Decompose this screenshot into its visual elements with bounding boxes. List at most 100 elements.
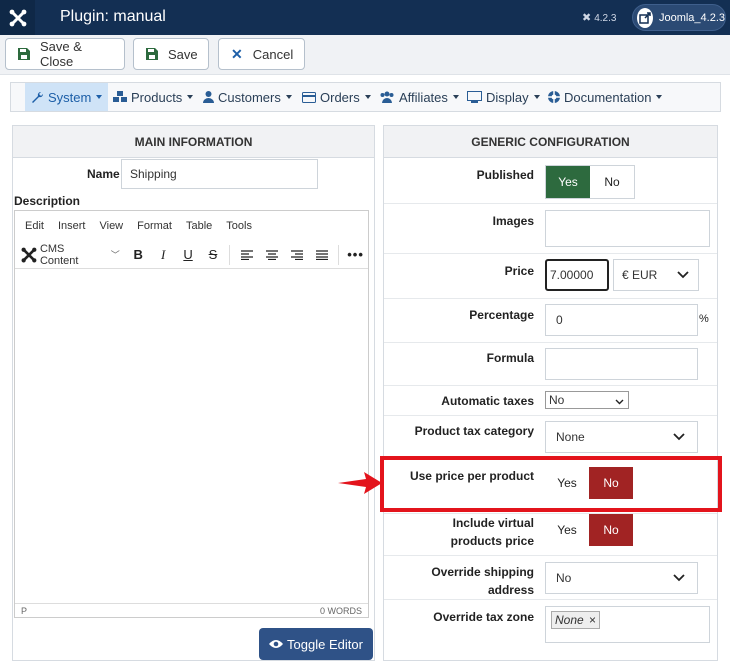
published-toggle[interactable]: Yes No (545, 165, 635, 199)
product-tax-value: None (556, 430, 585, 444)
tax-zone-tag-label: None (555, 613, 584, 627)
menu-label: Affiliates (399, 89, 448, 105)
cms-content-button[interactable]: CMS Content ﹀ (21, 243, 120, 267)
images-field[interactable] (545, 210, 710, 247)
save-button[interactable]: Save (133, 38, 209, 70)
chevron-down-icon (661, 422, 697, 452)
site-link-button[interactable]: Joomla_4.2.3 (632, 4, 726, 31)
word-count: 0 WORDS (319, 605, 362, 616)
justify-button[interactable] (309, 243, 334, 267)
formula-label: Formula (486, 351, 534, 365)
save-close-button[interactable]: Save & Close (5, 38, 125, 70)
editor-toolbar: CMS Content ﹀ B I U S ••• (15, 241, 368, 269)
menu-label: Documentation (564, 89, 652, 105)
automatic-taxes-label: Automatic taxes (441, 394, 534, 408)
percentage-row: Percentage 0 % (384, 299, 717, 343)
editor-menu-view[interactable]: View (99, 220, 123, 232)
credit-card-icon (302, 91, 316, 103)
caret-down-icon (96, 95, 103, 99)
editor-menu-tools[interactable]: Tools (226, 220, 252, 232)
editor-statusbar: P 0 WORDS (15, 603, 368, 617)
include-virtual-toggle[interactable]: Yes No (545, 514, 633, 546)
align-center-button[interactable] (259, 243, 284, 267)
editor-menu-insert[interactable]: Insert (58, 220, 86, 232)
product-tax-row: Product tax category None (384, 416, 717, 458)
toggle-editor-button[interactable]: Toggle Editor (259, 628, 373, 660)
description-label: Description (14, 194, 81, 208)
menu-affiliates[interactable]: Affiliates (373, 83, 465, 111)
editor-menu-table[interactable]: Table (186, 220, 212, 232)
joomla-logo-icon[interactable] (0, 0, 35, 35)
caret-down-icon (364, 95, 371, 99)
include-virtual-label: Include virtual products price (451, 514, 534, 550)
bold-button[interactable]: B (126, 243, 151, 267)
save-label: Save (168, 46, 198, 62)
formula-input[interactable] (545, 348, 698, 380)
component-menu: System Products Customers Orders Affilia… (10, 82, 721, 112)
help-icon (548, 91, 560, 103)
editor-menubar: Edit Insert View Format Table Tools (15, 211, 368, 241)
product-tax-select[interactable]: None (545, 421, 698, 453)
description-editor[interactable]: Edit Insert View Format Table Tools CMS … (14, 210, 369, 618)
override-shipping-value: No (556, 571, 572, 585)
toolbar: Save & Close Save ✕ Cancel (0, 35, 730, 75)
desktop-icon (467, 91, 482, 103)
percentage-input[interactable]: 0 (545, 304, 698, 336)
price-label: Price (504, 264, 534, 278)
underline-button[interactable]: U (176, 243, 201, 267)
version-badge: ✖ 4.2.3 (582, 11, 616, 24)
automatic-taxes-select[interactable]: No (545, 391, 629, 409)
strikethrough-button[interactable]: S (201, 243, 226, 267)
formula-row: Formula (384, 343, 717, 386)
site-label: Joomla_4.2.3 (658, 11, 725, 24)
percentage-label: Percentage (469, 308, 534, 322)
align-right-button[interactable] (284, 243, 309, 267)
currency-select[interactable]: € EUR (613, 259, 699, 291)
editor-menu-format[interactable]: Format (137, 220, 172, 232)
chevron-down-icon: ﹀ (110, 250, 120, 260)
include-virtual-no[interactable]: No (589, 514, 633, 546)
menu-label: System (48, 89, 92, 105)
price-input[interactable]: 7.00000 (545, 259, 609, 291)
tag-remove-icon[interactable]: × (589, 613, 596, 627)
published-no[interactable]: No (590, 166, 634, 198)
automatic-taxes-row: Automatic taxes No (384, 386, 717, 416)
product-tax-label: Product tax category (414, 424, 534, 438)
align-center-icon (265, 249, 278, 260)
menu-documentation[interactable]: Documentation (542, 83, 668, 111)
caret-down-icon (452, 95, 459, 99)
override-shipping-select[interactable]: No (545, 562, 698, 594)
more-options-button[interactable]: ••• (343, 243, 368, 267)
menu-label: Orders (320, 89, 360, 105)
toolbar-divider (229, 244, 231, 265)
menu-display[interactable]: Display (461, 83, 546, 111)
include-virtual-label-line-2: products price (450, 534, 534, 548)
cancel-button[interactable]: ✕ Cancel (218, 38, 305, 70)
wrench-icon (31, 91, 44, 104)
include-virtual-yes[interactable]: Yes (545, 514, 589, 546)
generic-configuration-panel: GENERIC CONFIGURATION Published Yes No I… (383, 125, 718, 661)
italic-button[interactable]: I (151, 243, 176, 267)
menu-system[interactable]: System (25, 83, 109, 111)
cubes-icon (113, 91, 127, 103)
tax-zone-tag: None × (551, 611, 601, 629)
override-tax-zone-input[interactable]: None × (545, 606, 710, 643)
caret-down-icon (285, 95, 292, 99)
published-yes[interactable]: Yes (546, 166, 590, 198)
menu-orders[interactable]: Orders (296, 83, 377, 111)
menu-customers[interactable]: Customers (197, 83, 298, 111)
images-label: Images (492, 214, 534, 228)
main-information-panel: MAIN INFORMATION Name Shipping Descripti… (12, 125, 375, 661)
menu-products[interactable]: Products (107, 83, 199, 111)
align-left-button[interactable] (234, 243, 259, 267)
editor-menu-edit[interactable]: Edit (25, 220, 44, 232)
user-icon (203, 91, 214, 103)
save-close-label: Save & Close (40, 39, 82, 69)
editor-path: P (21, 605, 28, 616)
name-input[interactable]: Shipping (121, 159, 318, 189)
save-icon (18, 48, 30, 60)
percent-sign: % (699, 313, 709, 325)
override-tax-zone-label: Override tax zone (433, 610, 534, 624)
align-left-icon (240, 249, 253, 260)
menu-label: Customers (218, 89, 281, 105)
